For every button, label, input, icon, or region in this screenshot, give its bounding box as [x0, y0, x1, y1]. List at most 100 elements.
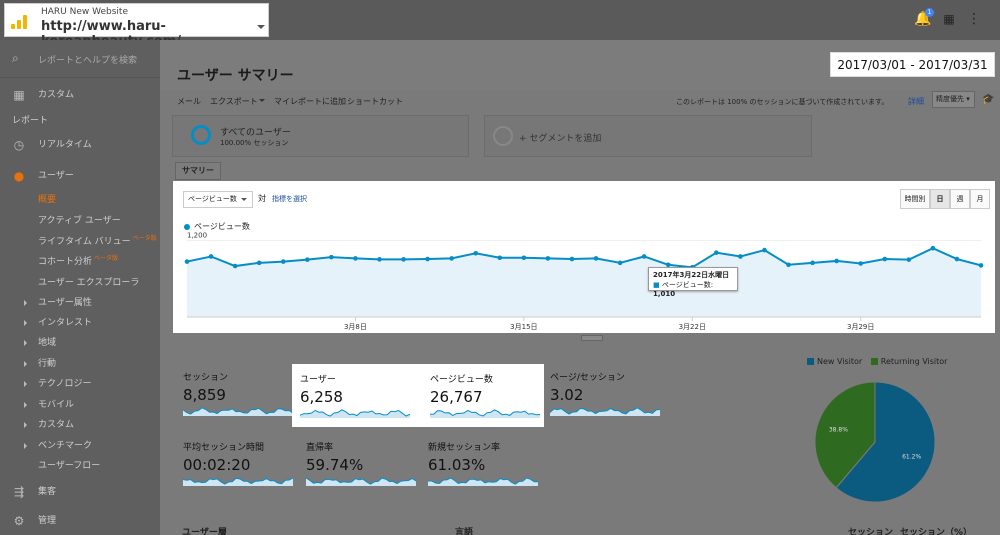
data-point[interactable]	[497, 255, 503, 261]
data-point[interactable]	[930, 245, 936, 251]
sidebar-item-users[interactable]: ● ユーザー	[0, 166, 160, 186]
report-toolbar: メール エクスポート マイレポートに追加 ショートカット このレポートは 100…	[160, 90, 1000, 112]
data-point[interactable]	[786, 262, 791, 268]
sidebar-item-custom[interactable]: ▦ カスタム	[0, 85, 160, 105]
data-point[interactable]	[954, 256, 960, 262]
data-point[interactable]	[401, 257, 406, 262]
details-link[interactable]: 詳細	[908, 96, 924, 107]
data-point[interactable]	[280, 259, 286, 264]
sidebar-item-user-flow[interactable]: ユーザーフロー	[0, 456, 160, 476]
period-hourly-button[interactable]: 時間別	[900, 189, 930, 209]
stat-pages-per-session[interactable]: ページ/セッション 3.02	[542, 362, 660, 420]
mail-button[interactable]: メール	[177, 96, 201, 107]
sidebar-item-custom-sub[interactable]: カスタム	[0, 415, 160, 435]
apps-grid-icon[interactable]: ▦	[941, 11, 957, 27]
select-metric-link[interactable]: 指標を選択	[272, 194, 307, 204]
more-vert-icon[interactable]: ⋮	[966, 11, 982, 27]
data-point[interactable]	[714, 250, 719, 255]
sparkline-fill	[428, 478, 538, 486]
chevron-down-icon	[259, 99, 265, 105]
expand-arrow-icon	[24, 361, 30, 367]
data-point[interactable]	[569, 256, 575, 262]
sessions-sparkline	[183, 407, 293, 416]
sidebar-item-interests[interactable]: インタレスト	[0, 313, 160, 333]
sampling-scope-select[interactable]: 精度優先 ▾	[932, 91, 975, 108]
sidebar-item-active-users[interactable]: アクティブ ユーザー	[0, 211, 160, 231]
data-point[interactable]	[593, 256, 599, 261]
sidebar-item-lifetime-value[interactable]: ライフタイム バリュー ベータ版	[0, 232, 160, 252]
data-point[interactable]	[232, 263, 238, 269]
sidebar-item-mobile[interactable]: モバイル	[0, 395, 160, 415]
stat-avg-duration[interactable]: 平均セッション時間 00:02:20	[175, 432, 293, 490]
data-point[interactable]	[377, 257, 382, 262]
data-point[interactable]	[641, 254, 647, 259]
title-bar: ユーザー サマリー 2017/03/01 - 2017/03/31	[160, 40, 1000, 90]
data-point[interactable]	[738, 254, 743, 259]
sidebar-search[interactable]: ⌕ レポートとヘルプを検索	[0, 40, 160, 78]
data-point[interactable]	[353, 256, 358, 261]
data-point[interactable]	[545, 256, 551, 261]
add-to-report-button[interactable]: マイレポートに追加	[274, 96, 346, 107]
data-point[interactable]	[305, 257, 310, 262]
stat-bounce-rate[interactable]: 直帰率 59.74%	[298, 432, 416, 490]
data-point[interactable]	[834, 258, 839, 264]
chart-panel: ページビュー数 対 指標を選択 時間別 日 週 月 ページビュー数 1,2006…	[173, 181, 995, 333]
segment-placeholder-icon	[493, 126, 513, 146]
data-point[interactable]	[978, 263, 984, 268]
sidebar-item-behavior[interactable]: 行動	[0, 354, 160, 374]
clock-icon: ◷	[13, 138, 25, 152]
search-input[interactable]: レポートとヘルプを検索	[38, 53, 137, 66]
data-point[interactable]	[425, 256, 430, 262]
property-selector[interactable]: HARU New Website http://www.haru-koreanb…	[4, 3, 269, 49]
sidebar-item-overview[interactable]: 概要	[0, 190, 160, 210]
period-month-button[interactable]: 月	[970, 189, 990, 209]
gear-icon: ⚙	[13, 514, 25, 528]
beta-badge: ベータ版	[94, 255, 119, 262]
y-tick-label: 1,200	[187, 232, 207, 240]
segment-all-users[interactable]: すべてのユーザー 100.00% セッション	[172, 115, 469, 157]
data-point[interactable]	[906, 257, 912, 262]
stat-sessions[interactable]: セッション 8,859	[175, 362, 293, 420]
data-point[interactable]	[882, 256, 888, 262]
data-point[interactable]	[256, 260, 262, 266]
data-point[interactable]	[208, 254, 214, 259]
notification-badge: 1	[925, 8, 934, 17]
stat-new-session-rate[interactable]: 新規セッション率 61.03%	[420, 432, 538, 490]
pageviews-sparkline	[430, 409, 540, 418]
metric-select[interactable]: ページビュー数	[183, 191, 253, 208]
sidebar-item-benchmark[interactable]: ベンチマーク	[0, 436, 160, 456]
data-point[interactable]	[184, 259, 190, 264]
sidebar-item-realtime[interactable]: ◷ リアルタイム	[0, 135, 160, 155]
data-point[interactable]	[762, 247, 767, 253]
sidebar-item-admin[interactable]: ⚙ 管理	[0, 511, 160, 531]
add-segment-button[interactable]: + セグメントを追加	[484, 115, 812, 157]
data-point[interactable]	[617, 260, 623, 266]
sidebar-item-cohort[interactable]: コホート分析 ベータ版	[0, 252, 160, 272]
sidebar-item-user-explorer[interactable]: ユーザー エクスプローラ	[0, 273, 160, 293]
data-point[interactable]	[521, 255, 527, 261]
data-point[interactable]	[473, 250, 479, 256]
data-point[interactable]	[329, 254, 334, 260]
shortcut-button[interactable]: ショートカット	[347, 96, 403, 107]
period-day-button[interactable]: 日	[930, 189, 950, 209]
date-range-picker[interactable]: 2017/03/01 - 2017/03/31	[830, 52, 995, 77]
stat-users[interactable]: ユーザー 6,258	[292, 364, 422, 427]
export-button[interactable]: エクスポート	[210, 96, 258, 107]
dashboard-icon: ▦	[13, 88, 25, 102]
analytics-logo-icon	[11, 15, 27, 29]
sampling-notice: このレポートは 100% のセッションに基づいて作成されています。	[676, 98, 889, 106]
sidebar-item-geo[interactable]: 地域	[0, 333, 160, 353]
expand-arrow-icon	[24, 422, 30, 428]
tab-summary[interactable]: サマリー	[175, 162, 221, 180]
data-point[interactable]	[449, 256, 454, 261]
sidebar-item-acquisition[interactable]: ⇶ 集客	[0, 482, 160, 502]
pageviews-chart[interactable]: 1,2006003月8日3月15日3月22日3月29日	[173, 231, 995, 333]
data-point[interactable]	[858, 261, 863, 266]
sidebar-item-demographics[interactable]: ユーザー属性	[0, 293, 160, 313]
stat-pageviews[interactable]: ページビュー数 26,767	[422, 364, 544, 427]
period-week-button[interactable]: 週	[950, 189, 970, 209]
data-point[interactable]	[810, 260, 815, 266]
visitor-pie-chart[interactable]: 61.2% 38.8%	[810, 377, 940, 507]
sidebar-item-technology[interactable]: テクノロジー	[0, 374, 160, 394]
graduation-cap-icon[interactable]: 🎓	[982, 94, 994, 105]
